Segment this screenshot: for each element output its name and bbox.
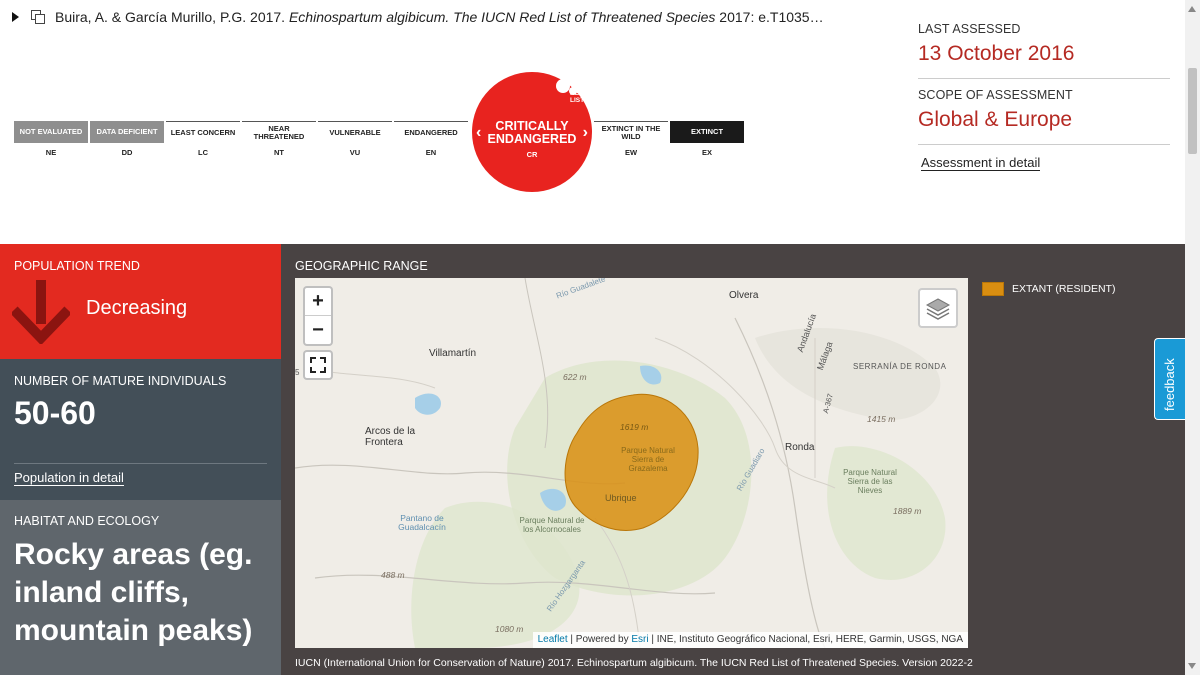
citation-rest: 2017: e.T1035… bbox=[719, 9, 824, 25]
fullscreen-icon bbox=[310, 357, 326, 373]
map-label-elev-1080: 1080 m bbox=[495, 624, 524, 634]
assessment-summary: LAST ASSESSED 13 October 2016 SCOPE OF A… bbox=[918, 22, 1170, 172]
arrow-down-icon bbox=[12, 280, 70, 344]
code-cr: CR bbox=[526, 150, 538, 159]
map-caption: IUCN (International Union for Conservati… bbox=[295, 657, 973, 669]
logo-line2: LIST bbox=[570, 97, 585, 104]
map-label-serrania: SERRANÍA DE RONDA bbox=[853, 362, 947, 371]
zoom-control: + − bbox=[303, 286, 333, 346]
map-label-arcos: Arcos de la Frontera bbox=[365, 426, 416, 448]
map-label-elev-622: 622 m bbox=[563, 372, 587, 382]
chevron-right-icon: › bbox=[582, 124, 588, 141]
category-dd: DATA DEFICIENT bbox=[90, 121, 164, 143]
mature-individuals-panel: NUMBER OF MATURE INDIVIDUALS 50-60 Popul… bbox=[0, 359, 281, 500]
citation-authors: Buira, A. & García Murillo, P.G. 2017. bbox=[55, 9, 286, 25]
population-trend-label: POPULATION TREND bbox=[14, 259, 140, 273]
category-ex: EXTINCT bbox=[670, 121, 744, 143]
map-label-elev-1415: 1415 m bbox=[867, 414, 896, 424]
population-detail-link[interactable]: Population in detail bbox=[14, 470, 124, 486]
code-dd: DD bbox=[121, 148, 133, 157]
assessment-detail-link[interactable]: Assessment in detail bbox=[921, 155, 1041, 171]
map-label-elev-1889: 1889 m bbox=[893, 506, 922, 516]
map-label-nieves: Parque Natural Sierra de las Nieves bbox=[843, 468, 897, 495]
category-ew: EXTINCT IN THE WILD bbox=[594, 121, 668, 143]
fullscreen-button[interactable] bbox=[303, 350, 333, 380]
last-assessed-label: LAST ASSESSED bbox=[918, 22, 1021, 36]
legend-swatch bbox=[982, 282, 1004, 296]
habitat-panel: HABITAT AND ECOLOGY Rocky areas (eg. inl… bbox=[0, 500, 281, 675]
category-vu: VULNERABLE bbox=[318, 121, 392, 143]
map-label-villamartin: Villamartín bbox=[429, 348, 477, 359]
map-label-alcornocales: Parque Natural de los Alcornocales bbox=[519, 516, 585, 534]
scope-label: SCOPE OF ASSESSMENT bbox=[918, 88, 1073, 102]
population-trend-panel: POPULATION TREND Decreasing bbox=[0, 244, 281, 359]
citation-row: Buira, A. & García Murillo, P.G. 2017. E… bbox=[12, 6, 872, 28]
last-assessed-value: 13 October 2016 bbox=[918, 42, 1170, 79]
category-en: ENDANGERED bbox=[394, 121, 468, 143]
page-scrollbar[interactable] bbox=[1185, 0, 1200, 675]
feedback-tab[interactable]: feedback bbox=[1154, 338, 1185, 420]
map-label-elev-488: 488 m bbox=[381, 570, 405, 580]
code-ew: EW bbox=[624, 148, 638, 157]
scope-value: Global & Europe bbox=[918, 108, 1170, 145]
expand-triangle-icon[interactable] bbox=[12, 12, 19, 22]
population-trend-value: Decreasing bbox=[86, 297, 188, 319]
map-label-elev-1619: 1619 m bbox=[620, 422, 649, 432]
scroll-thumb[interactable] bbox=[1188, 68, 1197, 154]
leaflet-link[interactable]: Leaflet bbox=[538, 634, 568, 645]
scroll-up-icon[interactable] bbox=[1188, 6, 1196, 12]
category-scale: NOT EVALUATED NE DATA DEFICIENT DD LEAST… bbox=[14, 70, 754, 200]
code-en: EN bbox=[425, 148, 437, 157]
divider bbox=[14, 463, 267, 464]
map-legend: EXTANT (RESIDENT) bbox=[982, 282, 1115, 296]
page: Buira, A. & García Murillo, P.G. 2017. E… bbox=[0, 0, 1200, 675]
legend-label: EXTANT (RESIDENT) bbox=[1012, 283, 1116, 295]
category-lc: LEAST CONCERN bbox=[166, 121, 240, 143]
layers-button[interactable] bbox=[918, 288, 958, 328]
map-label-ubrique: Ubrique bbox=[605, 493, 637, 503]
code-lc: LC bbox=[198, 148, 208, 157]
geographic-range-title: GEOGRAPHIC RANGE bbox=[295, 259, 428, 273]
scroll-down-icon[interactable] bbox=[1188, 663, 1196, 669]
map-label-grazalema: Parque Natural Sierra de Grazalema bbox=[621, 446, 675, 473]
map-attribution: Leaflet | Powered by Esri | INE, Institu… bbox=[532, 632, 968, 648]
copy-icon[interactable] bbox=[31, 10, 45, 24]
mature-individuals-value: 50-60 bbox=[14, 395, 96, 431]
map-label-ronda: Ronda bbox=[785, 442, 815, 453]
attribution-rest: | INE, Instituto Geográfico Nacional, Es… bbox=[648, 634, 963, 645]
map-label-5: 5 bbox=[295, 368, 300, 377]
category-nt: NEAR THREATENED bbox=[242, 121, 316, 143]
layers-icon bbox=[925, 298, 951, 320]
red-list-logo: RED LIST bbox=[556, 76, 590, 110]
code-vu: VU bbox=[349, 148, 361, 157]
code-nt: NT bbox=[274, 148, 284, 157]
map-label-pantano: Pantano de Guadalcacín bbox=[398, 513, 446, 532]
logo-line1: RED bbox=[570, 90, 584, 97]
citation-species: Echinospartum algibicum. The IUCN Red Li… bbox=[288, 9, 716, 25]
code-ex: EX bbox=[701, 148, 712, 157]
category-ne: NOT EVALUATED bbox=[14, 121, 88, 143]
habitat-value: Rocky areas (eg. inland cliffs, mountain… bbox=[14, 538, 253, 647]
category-cr-highlight: RED LIST ‹ CRITICALLY ENDANGERED › CR bbox=[472, 72, 592, 192]
zoom-out-button[interactable]: − bbox=[305, 316, 331, 344]
habitat-label: HABITAT AND ECOLOGY bbox=[14, 514, 160, 528]
range-map[interactable]: Olvera Villamartín Arcos de la Frontera … bbox=[295, 278, 968, 648]
map-label-olvera: Olvera bbox=[729, 290, 759, 301]
category-cr-label: CRITICALLY ENDANGERED bbox=[487, 119, 577, 146]
zoom-in-button[interactable]: + bbox=[305, 288, 331, 316]
feedback-label: feedback bbox=[1162, 358, 1177, 411]
code-ne: NE bbox=[45, 148, 57, 157]
mature-individuals-label: NUMBER OF MATURE INDIVIDUALS bbox=[14, 374, 227, 388]
attribution-sep: | Powered by bbox=[567, 634, 632, 645]
esri-link[interactable]: Esri bbox=[631, 634, 648, 645]
